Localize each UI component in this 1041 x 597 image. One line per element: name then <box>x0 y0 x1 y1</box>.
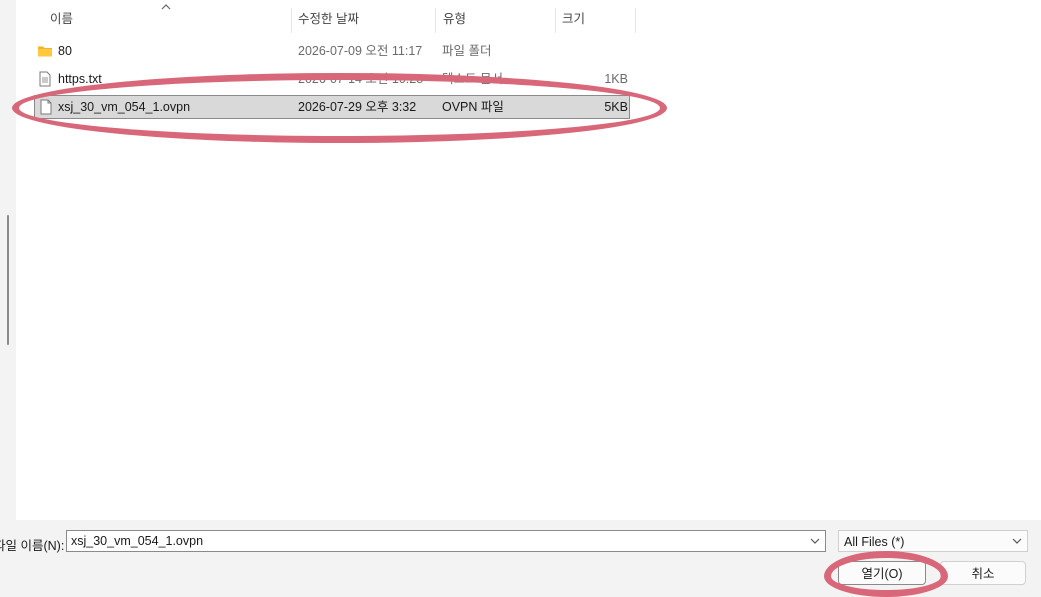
column-divider[interactable] <box>555 8 556 33</box>
chevron-down-icon <box>1012 538 1022 544</box>
column-divider[interactable] <box>435 8 436 33</box>
file-list: 이름 수정한 날짜 유형 크기 80 2026-07-09 오전 11:17 파… <box>16 0 1041 520</box>
dialog-footer: 파일 이름(N): xsj_30_vm_054_1.ovpn All Files… <box>0 520 1041 597</box>
file-modified: 2026-07-14 오전 10:28 <box>298 72 424 86</box>
file-size: 5KB <box>604 100 628 114</box>
file-size: 1KB <box>604 72 628 86</box>
file-name: 80 <box>58 44 72 58</box>
file-type-select[interactable]: All Files (*) <box>838 530 1028 552</box>
file-type-value: All Files (*) <box>844 535 905 549</box>
navigation-pane-edge <box>0 0 16 520</box>
cancel-button[interactable]: 취소 <box>940 561 1026 585</box>
column-divider[interactable] <box>291 8 292 33</box>
file-type: 텍스트 문서 <box>442 72 503 86</box>
column-name[interactable]: 이름 <box>50 0 73 33</box>
list-item-selected[interactable]: xsj_30_vm_054_1.ovpn 2026-07-29 오후 3:32 … <box>34 95 630 119</box>
file-type: OVPN 파일 <box>442 100 504 114</box>
file-name: xsj_30_vm_054_1.ovpn <box>58 100 191 114</box>
filename-label: 파일 이름(N): <box>0 539 65 553</box>
open-button[interactable]: 열기(O) <box>838 561 926 585</box>
file-type: 파일 폴더 <box>442 44 492 58</box>
filename-value: xsj_30_vm_054_1.ovpn <box>71 534 204 548</box>
file-modified: 2026-07-29 오후 3:32 <box>298 100 417 114</box>
folder-icon <box>38 46 52 57</box>
filename-input[interactable]: xsj_30_vm_054_1.ovpn <box>66 530 826 552</box>
sort-ascending-icon <box>161 4 171 10</box>
file-name: https.txt <box>58 72 102 86</box>
file-modified: 2026-07-09 오전 11:17 <box>298 44 423 58</box>
list-item[interactable]: 80 2026-07-09 오전 11:17 파일 폴더 <box>34 39 630 63</box>
column-modified[interactable]: 수정한 날짜 <box>298 0 359 33</box>
nav-scrollbar[interactable] <box>7 215 9 345</box>
chevron-down-icon[interactable] <box>810 537 820 545</box>
list-item[interactable]: https.txt 2026-07-14 오전 10:28 텍스트 문서 1KB <box>34 67 630 91</box>
text-file-icon <box>39 71 51 87</box>
column-size[interactable]: 크기 <box>562 0 585 33</box>
column-type[interactable]: 유형 <box>443 0 466 33</box>
file-icon <box>40 99 52 115</box>
column-divider[interactable] <box>635 8 636 33</box>
column-header: 이름 수정한 날짜 유형 크기 <box>16 0 636 33</box>
